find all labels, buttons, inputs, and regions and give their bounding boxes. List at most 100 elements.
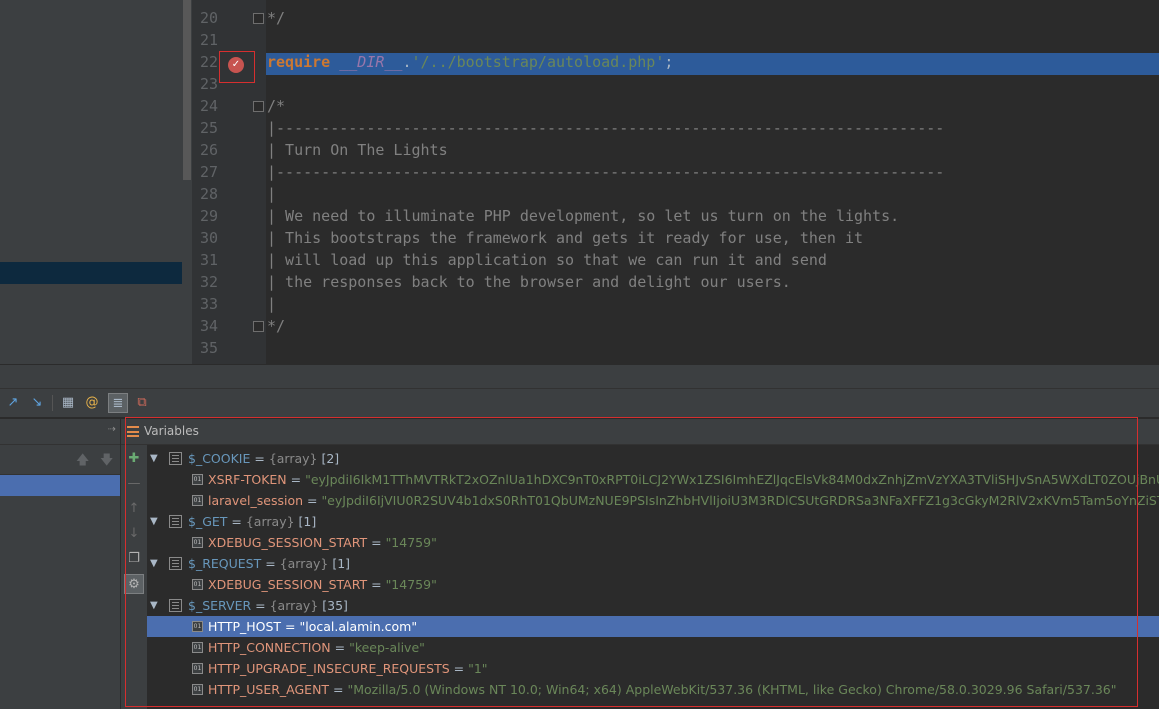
code-line-32: | the responses back to the browser and … (267, 273, 791, 291)
variable-row[interactable]: 01 HTTP_CONNECTION = "keep-alive" (147, 637, 1159, 658)
line-number: 26 (199, 141, 218, 159)
expanded-arrow-icon[interactable]: ▼ (150, 511, 158, 532)
variable-row[interactable]: 01 HTTP_UPGRADE_INSECURE_REQUESTS = "1" (147, 658, 1159, 679)
const-dir: __DIR__ (339, 53, 403, 71)
field-icon: 01 (192, 621, 203, 632)
variable-name: HTTP_HOST (208, 619, 282, 634)
line-number: 34 (199, 317, 218, 335)
variable-name: $_REQUEST (188, 556, 262, 571)
variable-row[interactable]: 01 XSRF-TOKEN = "eyJpdiI6IkM1TThMVTRkT2x… (147, 469, 1159, 490)
variable-row[interactable]: 01 laravel_session = "eyJpdiI6IjVIU0R2SU… (147, 490, 1159, 511)
frames-subheader: 🡅 🡇 (0, 445, 120, 475)
add-watch-icon[interactable]: ✚ (124, 449, 144, 469)
equals: = (367, 535, 386, 550)
array-icon (169, 599, 182, 612)
show-watches-icon[interactable]: ⚙ (124, 574, 144, 594)
variable-row[interactable]: 01 HTTP_USER_AGENT = "Mozilla/5.0 (Windo… (147, 679, 1159, 700)
run-to-cursor-icon[interactable]: ↘ (27, 393, 47, 413)
string-path: '/../bootstrap/autoload.php' (411, 53, 665, 71)
array-icon (169, 452, 182, 465)
move-up-icon[interactable]: ↑ (124, 499, 144, 519)
variable-name: HTTP_UPGRADE_INSECURE_REQUESTS (208, 661, 450, 676)
field-icon: 01 (192, 474, 203, 485)
pin-icon[interactable]: ⇢ (108, 424, 116, 435)
variable-text: HTTP_USER_AGENT = "Mozilla/5.0 (Windows … (208, 679, 1116, 700)
frame-up-icon[interactable]: 🡅 (76, 451, 89, 473)
selected-frame[interactable] (0, 475, 120, 496)
code-line-31: | will load up this application so that … (267, 251, 827, 269)
array-icon (169, 515, 182, 528)
variable-row[interactable]: ▼ $_REQUEST = {array} [1] (147, 553, 1159, 574)
variable-value: "keep-alive" (349, 640, 425, 655)
code-line-28: | (267, 185, 277, 203)
watch-icon[interactable]: @ (82, 393, 102, 413)
move-down-icon[interactable]: ↓ (124, 524, 144, 544)
line-number: 21 (199, 31, 218, 49)
frames-header: ⇢ (0, 419, 120, 445)
line-number: 22 (199, 53, 218, 71)
line-number: 33 (199, 295, 218, 313)
project-panel (0, 0, 192, 364)
variable-text: $_GET = {array} [1] (188, 511, 316, 532)
variables-tree[interactable]: ▼ $_COOKIE = {array} [2] 01 XSRF-TOKEN =… (147, 445, 1159, 709)
variable-value: "eyJpdiI6IjVIU0R2SUV4b1dxS0RhT01QbUMzNUE… (321, 493, 1159, 508)
variable-row[interactable]: 01 XDEBUG_SESSION_START = "14759" (147, 532, 1159, 553)
line-number: 23 (199, 75, 218, 93)
code-line-34: */ (267, 317, 286, 335)
breakpoint-icon[interactable]: ✓ (228, 57, 244, 73)
equals: = (261, 556, 280, 571)
line-number: 35 (199, 339, 218, 357)
code-line-25: |---------------------------------------… (267, 119, 945, 137)
variable-row-selected[interactable]: 01 HTTP_HOST = "local.alamin.com" (147, 616, 1159, 637)
variable-text: XDEBUG_SESSION_START = "14759" (208, 574, 437, 595)
line-number: 32 (199, 273, 218, 291)
equals: = (449, 661, 469, 676)
restore-layout-icon[interactable]: ⧉ (132, 393, 152, 413)
fold-marker-icon[interactable] (253, 321, 264, 332)
equals: = (286, 472, 306, 487)
remove-watch-icon[interactable]: — (124, 474, 144, 494)
variable-row[interactable]: ▼ $_GET = {array} [1] (147, 511, 1159, 532)
debug-toolbar: ↗ ↘ ▦ @ ≣ ⧉ (0, 388, 1159, 418)
variable-text: XSRF-TOKEN = "eyJpdiI6IkM1TThMVTRkT2xOZn… (208, 469, 1159, 490)
line-number: 24 (199, 97, 218, 115)
variable-type: {array} (268, 451, 318, 466)
field-icon: 01 (192, 579, 203, 590)
variable-value: "14759" (385, 577, 437, 592)
equals: = (251, 598, 270, 613)
code-line-24: /* (267, 97, 286, 115)
variable-value: "Mozilla/5.0 (Windows NT 10.0; Win64; x6… (347, 682, 1117, 697)
fold-marker-icon[interactable] (253, 101, 264, 112)
code-line-26: | Turn On The Lights (267, 141, 448, 159)
project-scrollbar[interactable] (182, 0, 192, 364)
expanded-arrow-icon[interactable]: ▼ (150, 553, 158, 574)
variable-name: XSRF-TOKEN (208, 472, 287, 487)
variable-text: $_REQUEST = {array} [1] (188, 553, 350, 574)
code-line-22: require __DIR__.'/../bootstrap/autoload.… (266, 51, 673, 73)
toolbar-separator (52, 395, 53, 411)
line-number: 20 (199, 9, 218, 27)
tool-window-divider[interactable] (0, 364, 1159, 388)
code-editor[interactable]: */ require __DIR__.'/../bootstrap/autolo… (266, 0, 1159, 364)
evaluate-expression-icon[interactable]: ▦ (58, 393, 78, 413)
step-out-icon[interactable]: ↗ (3, 393, 23, 413)
variable-name: HTTP_CONNECTION (208, 640, 331, 655)
expanded-arrow-icon[interactable]: ▼ (150, 595, 158, 616)
frame-down-icon[interactable]: 🡇 (100, 451, 113, 473)
scrollbar-thumb[interactable] (183, 0, 191, 180)
equals: = (329, 682, 348, 697)
expanded-arrow-icon[interactable]: ▼ (150, 448, 158, 469)
variable-text: $_COOKIE = {array} [2] (188, 448, 339, 469)
project-selected-row[interactable] (0, 262, 192, 284)
fold-marker-icon[interactable] (253, 13, 264, 24)
line-number: 31 (199, 251, 218, 269)
variable-row[interactable]: 01 XDEBUG_SESSION_START = "14759" (147, 574, 1159, 595)
copy-icon[interactable]: ❐ (124, 549, 144, 569)
variable-row[interactable]: ▼ $_SERVER = {array} [35] (147, 595, 1159, 616)
variable-row[interactable]: ▼ $_COOKIE = {array} [2] (147, 448, 1159, 469)
show-values-icon[interactable]: ≣ (108, 393, 128, 413)
variable-count: [35] (318, 598, 348, 613)
variable-value: "local.alamin.com" (299, 619, 418, 634)
field-icon: 01 (192, 663, 203, 674)
variable-text: XDEBUG_SESSION_START = "14759" (208, 532, 437, 553)
